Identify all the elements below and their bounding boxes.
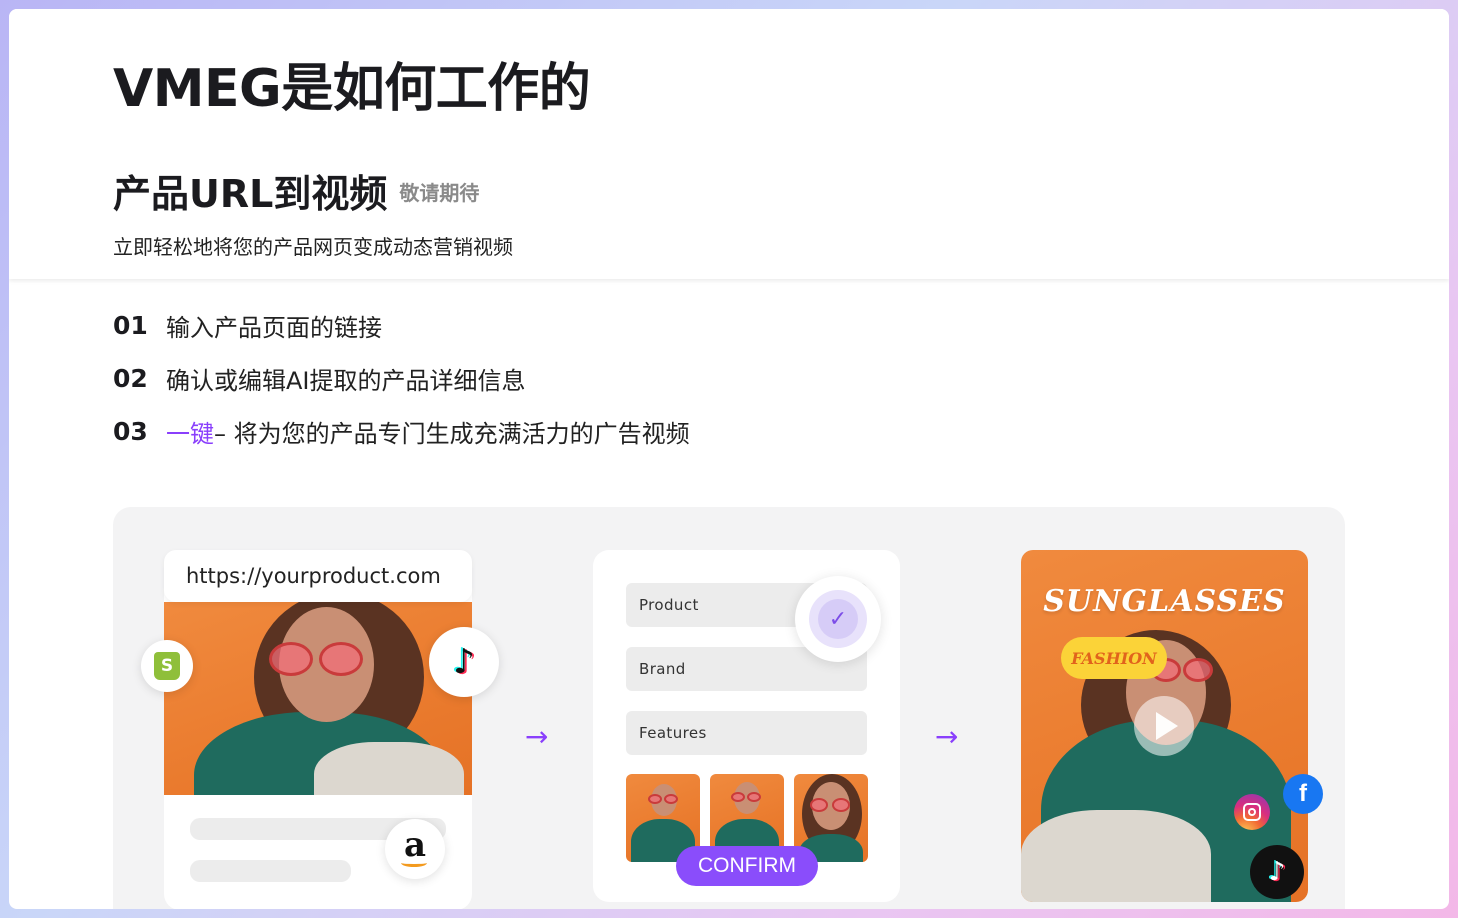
step-item: 01 输入产品页面的链接 [113, 299, 690, 352]
facebook-icon: f [1283, 774, 1323, 814]
step-number: 01 [113, 311, 148, 340]
video-tag: FASHION [1061, 637, 1167, 679]
step-item: 03 一键 – 将为您的产品专门生成充满活力的广告视频 [113, 405, 690, 458]
arrow-right-icon: → [935, 720, 959, 753]
check-icon: ✓ [795, 576, 881, 662]
url-input[interactable]: https://yourproduct.com [164, 550, 472, 602]
amazon-icon: a [385, 819, 445, 879]
step-text: – 将为您的产品专门生成充满活力的广告视频 [214, 420, 690, 448]
section-subtitle: 立即轻松地将您的产品网页变成动态营销视频 [113, 235, 513, 259]
shopify-icon: S [141, 640, 193, 692]
placeholder-line [190, 860, 351, 882]
demo-panel: https://yourproduct.com S ♪ a → Product … [113, 507, 1345, 909]
details-card: Product Brand Features ✓ CONFIRM [593, 550, 900, 902]
product-photo [164, 602, 472, 795]
tiktok-icon: ♪ [429, 627, 499, 697]
play-icon[interactable] [1134, 696, 1194, 756]
step-number: 03 [113, 417, 148, 446]
step-text: 输入产品页面的链接 [166, 314, 382, 342]
instagram-icon [1234, 794, 1270, 830]
step-text: 确认或编辑AI提取的产品详细信息 [166, 367, 526, 395]
section-title: 产品URL到视频 敬请期待 [113, 171, 479, 220]
coming-soon-badge: 敬请期待 [399, 180, 480, 205]
arrow-right-icon: → [525, 720, 549, 753]
step-highlight: 一键 [166, 420, 214, 448]
step-number: 02 [113, 364, 148, 393]
step-item: 02 确认或编辑AI提取的产品详细信息 [113, 352, 690, 405]
header: VMEG是如何工作的 产品URL到视频 敬请期待 立即轻松地将您的产品网页变成动态… [9, 9, 1449, 279]
page-title: VMEG是如何工作的 [113, 59, 591, 119]
video-title: SUNGLASSES [1043, 584, 1286, 619]
app-window: VMEG是如何工作的 产品URL到视频 敬请期待 立即轻松地将您的产品网页变成动态… [9, 9, 1449, 909]
features-field[interactable]: Features [626, 711, 867, 755]
confirm-button[interactable]: CONFIRM [676, 846, 818, 886]
tiktok-icon: ♪ [1250, 845, 1304, 899]
steps-list: 01 输入产品页面的链接 02 确认或编辑AI提取的产品详细信息 03 一键 –… [113, 299, 690, 458]
section-title-text: 产品URL到视频 [113, 172, 388, 216]
